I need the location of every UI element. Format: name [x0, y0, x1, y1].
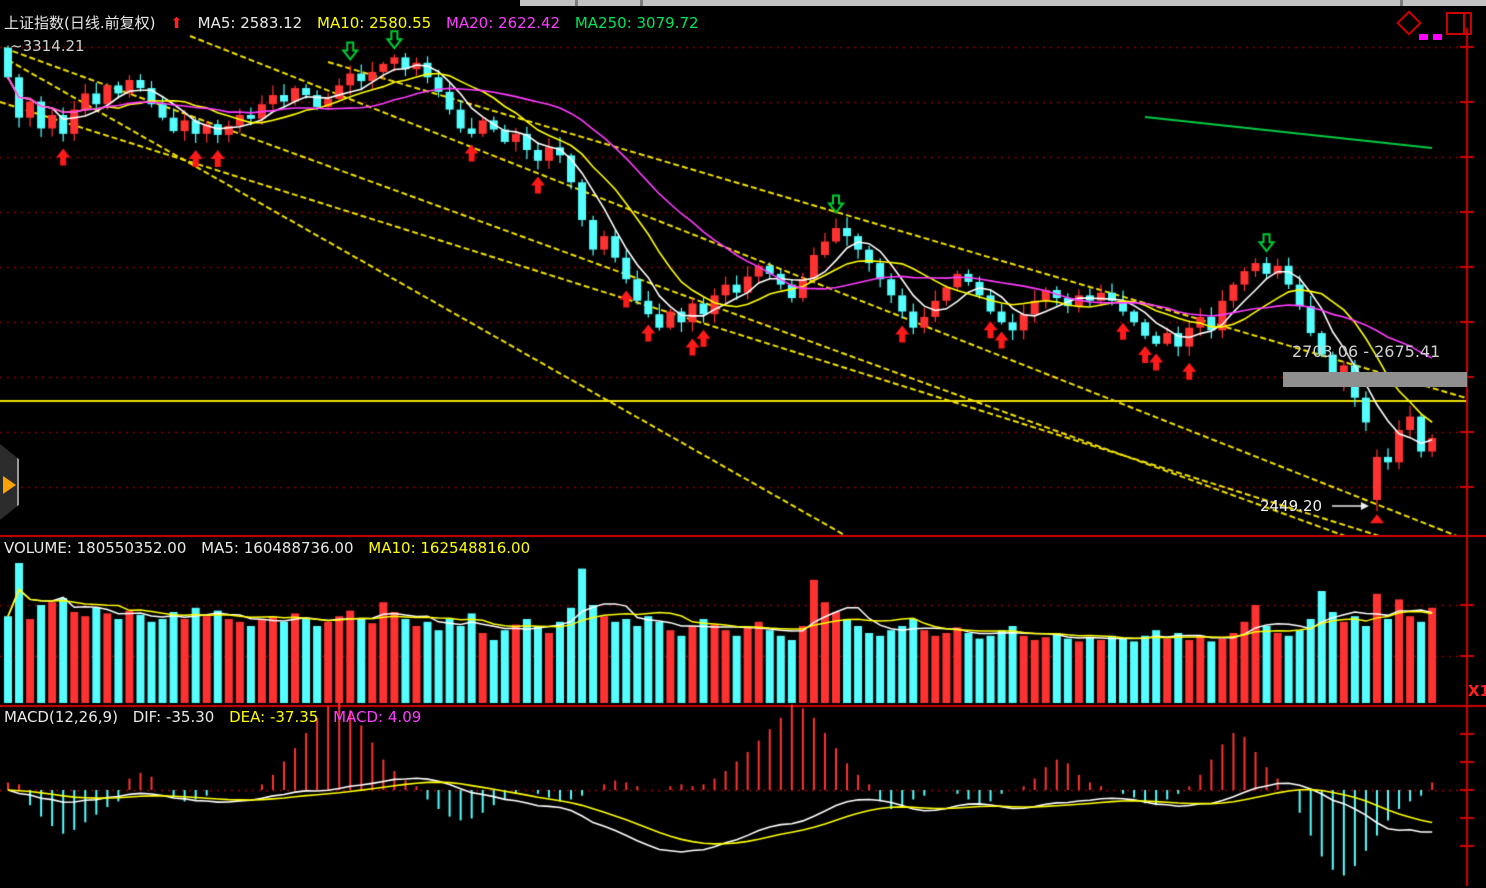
high-price-annotation: ~3314.21 — [10, 37, 85, 55]
volume-unit-label: X1 — [1468, 682, 1486, 700]
titlebar-divider — [640, 0, 643, 6]
dif-value: DIF: -35.30 — [133, 708, 215, 726]
low-price-annotation: 2449.20 — [1260, 497, 1322, 515]
magenta-marker-dot — [1433, 34, 1442, 40]
volume-value: VOLUME: 180550352.00 — [4, 539, 186, 557]
ma20-value: MA20: 2622.42 — [446, 14, 560, 32]
titlebar-divider — [575, 0, 578, 6]
up-arrow-icon: ⬆ — [170, 14, 183, 32]
window-layout-icon[interactable] — [1446, 12, 1472, 35]
ma10-value: MA10: 2580.55 — [317, 14, 431, 32]
volume-ma10-value: MA10: 162548816.00 — [368, 539, 530, 557]
macd-value: MACD: 4.09 — [333, 708, 421, 726]
main-chart-header: 上证指数(日线.前复权) ⬆ MA5: 2583.12 MA10: 2580.5… — [4, 12, 709, 33]
window-layout-icon-divider — [1463, 14, 1465, 33]
chart-canvas[interactable] — [0, 0, 1486, 888]
expand-arrow-icon[interactable] — [3, 476, 16, 494]
symbol-title[interactable]: 上证指数(日线.前复权) — [4, 14, 155, 32]
macd-name: MACD(12,26,9) — [4, 708, 118, 726]
gap-range-annotation: 2703.06 - 2675.41 — [1292, 342, 1440, 361]
window-titlebar-strip[interactable] — [520, 0, 1486, 6]
ma5-value: MA5: 2583.12 — [198, 14, 303, 32]
gap-zone-bar — [1283, 372, 1467, 387]
dea-value: DEA: -37.35 — [229, 708, 318, 726]
magenta-marker-dot — [1419, 34, 1428, 40]
macd-pane-header: MACD(12,26,9) DIF: -35.30 DEA: -37.35 MA… — [4, 708, 431, 726]
trading-app-window: 上证指数(日线.前复权) ⬆ MA5: 2583.12 MA10: 2580.5… — [0, 0, 1486, 888]
ma250-value: MA250: 3079.72 — [575, 14, 699, 32]
titlebar-divider — [1400, 0, 1403, 6]
volume-pane-header: VOLUME: 180550352.00 MA5: 160488736.00 M… — [4, 539, 540, 557]
volume-ma5-value: MA5: 160488736.00 — [201, 539, 353, 557]
